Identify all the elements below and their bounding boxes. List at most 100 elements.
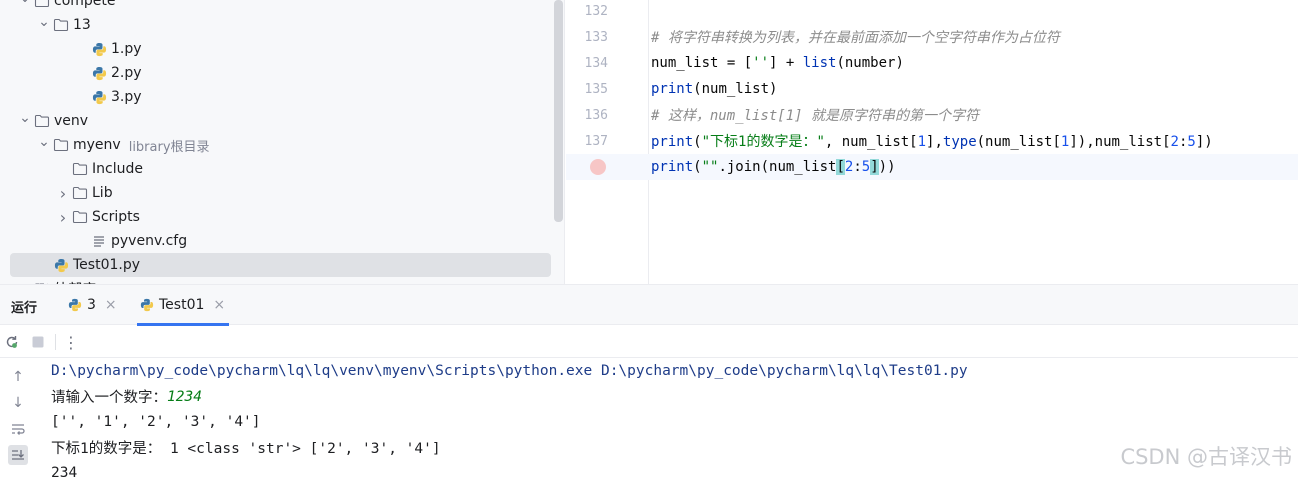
tree-item-[interactable]: ›外部库 (0, 277, 552, 284)
code-text: print("下标1的数字是：", num_list[1],type(num_l… (651, 131, 1213, 151)
code-token: list (802, 55, 837, 71)
tree-item-test01-py[interactable]: Test01.py (10, 253, 551, 277)
tree-item-13[interactable]: ⌄ 13 (0, 13, 552, 37)
line-number: 133 (584, 29, 608, 45)
console-side-toolbar: ↑ ↓ (0, 359, 38, 479)
tree-item-scripts[interactable]: › Scripts (0, 205, 552, 229)
line-number: 137 (584, 133, 608, 149)
stop-icon[interactable] (29, 333, 47, 351)
project-tree: ⌄compete⌄131.py2.py3.py⌄venv⌄myenvlibrar… (0, 0, 565, 284)
tree-item-label: 3.py (111, 89, 142, 105)
code-line[interactable]: 133 # 将字符串转换为列表，并在最前面添加一个空字符串作为占位符 (566, 24, 1298, 50)
code-token: ( (693, 159, 702, 175)
chevron-down-icon[interactable]: ⌄ (35, 134, 53, 150)
chevron-down-icon[interactable]: ⌄ (16, 0, 34, 6)
code-line[interactable]: 134 num_list = [''] + list(number) (566, 50, 1298, 76)
chevron-down-icon[interactable]: ⌄ (35, 14, 53, 30)
console-text: 234 (51, 465, 78, 479)
tree-item-label: 13 (73, 17, 91, 33)
tree-item-label: Include (92, 161, 143, 177)
tree-item-label: 1.py (111, 41, 142, 57)
console-output-line: 下标1的数字是： 1 <class 'str'> ['2', '3', '4'] (51, 436, 441, 460)
code-token: # 这样，num_list[1] 就是原字符串的第一个字符 (651, 108, 980, 124)
folder-icon (53, 137, 69, 153)
folder-icon (72, 209, 88, 225)
code-line[interactable]: 135 print(num_list) (566, 76, 1298, 102)
code-token: # 将字符串转换为列表，并在最前面添加一个空字符串作为占位符 (651, 30, 1060, 46)
tree-item-label: Scripts (92, 209, 140, 225)
chevron-right-icon[interactable]: › (54, 184, 72, 203)
console-command-line: D:\pycharm\py_code\pycharm\lq\lq\venv\my… (51, 359, 968, 383)
tree-item-myenv[interactable]: ⌄ myenv library根目录 (0, 133, 552, 157)
tree-item-1-py[interactable]: 1.py (0, 37, 552, 61)
tree-scrollbar[interactable] (554, 0, 563, 222)
console-text: 请输入一个数字： (51, 390, 167, 406)
config-file-icon (91, 233, 107, 249)
close-icon[interactable]: × (105, 297, 117, 313)
code-line[interactable]: 132 (566, 0, 1298, 24)
folder-icon (34, 113, 50, 129)
tree-item-3-py[interactable]: 3.py (0, 85, 552, 109)
python-file-icon (91, 41, 107, 57)
run-toolbar: ⋮ (0, 326, 1298, 358)
code-text: # 将字符串转换为列表，并在最前面添加一个空字符串作为占位符 (651, 27, 1060, 47)
console-user-input: 1234 (167, 388, 202, 405)
code-token: (num_list) (693, 81, 778, 97)
line-number: 136 (584, 107, 608, 123)
arrow-up-icon[interactable]: ↑ (8, 367, 28, 387)
code-line[interactable]: 137 print("下标1的数字是：", num_list[1],type(nu… (566, 128, 1298, 154)
code-line[interactable]: 136 # 这样，num_list[1] 就是原字符串的第一个字符 (566, 102, 1298, 128)
tree-item-label: Lib (92, 185, 113, 201)
tree-item-2-py[interactable]: 2.py (0, 61, 552, 85)
code-token: print (651, 81, 694, 97)
folder-icon (72, 161, 88, 177)
console-output-line: 234 (51, 461, 77, 479)
tree-item-label: venv (54, 113, 89, 129)
code-text: # 这样，num_list[1] 就是原字符串的第一个字符 (651, 105, 979, 125)
python-file-icon (53, 257, 69, 273)
arrow-down-icon[interactable]: ↓ (8, 393, 28, 413)
code-token: ]),num_list[ (1069, 134, 1171, 150)
soft-wrap-icon[interactable] (8, 419, 28, 439)
tree-item-label: pyvenv.cfg (111, 233, 188, 249)
code-text: print("".join(num_list[2:5])) (651, 159, 896, 175)
breakpoint-icon[interactable] (590, 159, 606, 175)
tree-item-compete[interactable]: ⌄ compete (0, 0, 552, 13)
more-options-icon[interactable]: ⋮ (62, 333, 80, 352)
console-output-line: 请输入一个数字： 1234 (51, 385, 202, 409)
watermark: CSDN @古译汉书 (1120, 445, 1292, 469)
run-tab-label: Test01 (159, 297, 205, 313)
folder-icon (72, 185, 88, 201)
code-editor[interactable]: 132 133 # 将字符串转换为列表，并在最前面添加一个空字符串作为占位符 134 n… (566, 0, 1298, 284)
code-token: .join(num_list (718, 159, 837, 175)
tree-item-label: 2.py (111, 65, 142, 81)
tree-item-pyvenv-cfg[interactable]: pyvenv.cfg (0, 229, 552, 253)
code-token: [ (836, 159, 845, 175)
tree-item-venv[interactable]: ⌄ venv (0, 109, 552, 133)
python-file-icon (91, 65, 107, 81)
close-icon[interactable]: × (213, 297, 225, 313)
code-token: "下标1的数字是：" (701, 134, 825, 150)
chevron-down-icon[interactable]: ⌄ (16, 110, 34, 126)
scroll-to-end-icon[interactable] (8, 445, 28, 465)
console-output[interactable]: D:\pycharm\py_code\pycharm\lq\lq\venv\my… (51, 359, 1298, 479)
tree-item-lib[interactable]: › Lib (0, 181, 552, 205)
code-token: : (853, 159, 862, 175)
tree-item-label: compete (54, 0, 116, 9)
run-tab-test01[interactable]: Test01 × (136, 285, 230, 326)
code-token: ], (926, 134, 943, 150)
tree-item-include[interactable]: Include (0, 157, 552, 181)
run-tab-3[interactable]: 3 × (67, 285, 117, 325)
code-token: num_list = [ (651, 55, 753, 71)
chevron-right-icon[interactable]: › (54, 208, 72, 227)
code-text: num_list = [''] + list(number) (651, 55, 904, 71)
rerun-icon[interactable] (3, 333, 21, 351)
toolbar-separator (55, 334, 56, 350)
code-line[interactable]: print("".join(num_list[2:5])) (566, 154, 1298, 180)
code-text: print(num_list) (651, 81, 777, 97)
code-token: '' (752, 55, 770, 71)
code-token: , num_list[ (824, 134, 918, 150)
line-number: 132 (584, 3, 608, 19)
tree-item-label: myenv (73, 137, 121, 153)
run-tool-window-header: 运行 3 × Test01 × (0, 284, 1298, 326)
